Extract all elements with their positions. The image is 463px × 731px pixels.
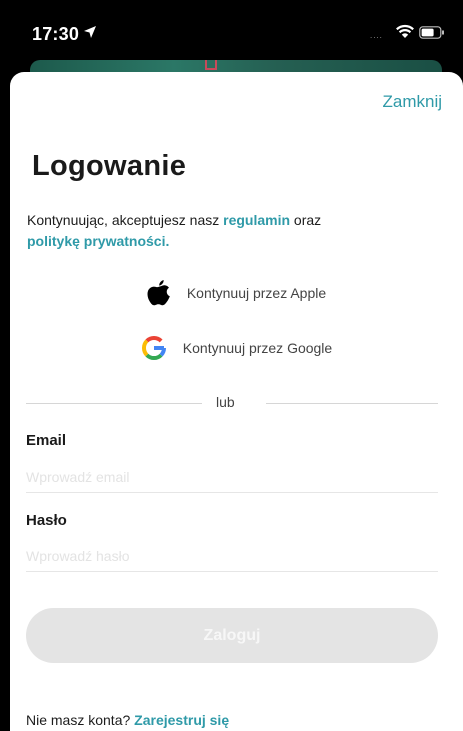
terms-middle: oraz bbox=[290, 212, 322, 228]
continue-with-google-button[interactable]: Kontynuuj przez Google bbox=[10, 333, 463, 363]
email-label: Email bbox=[26, 432, 67, 449]
terms-prefix: Kontynuując, akceptujesz nasz bbox=[27, 212, 224, 228]
screen: 17:30 .... Zamknij Logowanie Kontynuując… bbox=[0, 0, 463, 731]
login-button[interactable]: Zaloguj bbox=[26, 608, 438, 663]
status-bar: 17:30 .... bbox=[0, 0, 463, 62]
divider-line-left bbox=[26, 403, 202, 404]
login-sheet: Zamknij Logowanie Kontynuując, akceptuje… bbox=[10, 72, 463, 731]
or-divider: lub bbox=[26, 393, 438, 413]
email-input[interactable] bbox=[26, 461, 438, 493]
password-input[interactable] bbox=[26, 540, 438, 572]
register-prefix: Nie masz konta? bbox=[26, 712, 135, 728]
google-icon bbox=[141, 335, 167, 361]
privacy-policy-link[interactable]: politykę prywatności. bbox=[27, 233, 169, 249]
password-label: Hasło bbox=[26, 512, 67, 529]
register-prompt: Nie masz konta? Zarejestruj się bbox=[26, 712, 229, 728]
google-button-label: Kontynuuj przez Google bbox=[182, 340, 333, 356]
status-time: 17:30 bbox=[32, 24, 80, 44]
location-arrow-icon bbox=[83, 25, 97, 44]
wifi-icon bbox=[395, 24, 415, 44]
terms-link[interactable]: regulamin bbox=[223, 212, 290, 228]
battery-icon bbox=[419, 26, 445, 44]
apple-button-label: Kontynuuj przez Apple bbox=[186, 285, 327, 301]
page-title: Logowanie bbox=[32, 150, 187, 182]
map-pin-icon bbox=[205, 60, 217, 70]
divider-line-right bbox=[266, 403, 438, 404]
register-link[interactable]: Zarejestruj się bbox=[134, 712, 229, 728]
divider-label: lub bbox=[216, 394, 235, 410]
terms-notice: Kontynuując, akceptujesz nasz regulamin … bbox=[27, 210, 447, 252]
signal-indicator: .... bbox=[370, 31, 383, 40]
continue-with-apple-button[interactable]: Kontynuuj przez Apple bbox=[10, 278, 463, 308]
close-button[interactable]: Zamknij bbox=[382, 92, 442, 112]
apple-icon bbox=[147, 279, 171, 307]
